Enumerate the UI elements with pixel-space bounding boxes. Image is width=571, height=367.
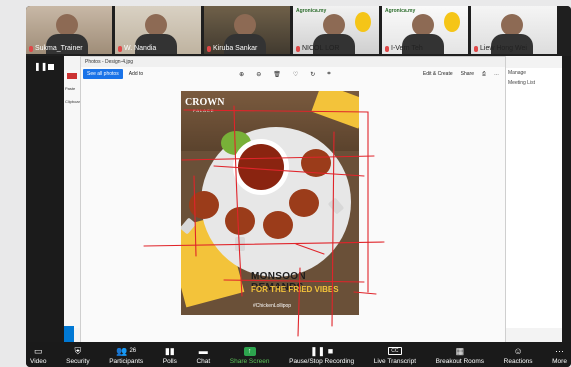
reactions-icon: ☺ (513, 346, 523, 356)
participant-name: I-Vern Teh (385, 45, 423, 52)
participants-button[interactable]: 👥 26 Participants (109, 346, 143, 367)
annotation-stroke (331, 131, 335, 327)
participant-tile[interactable]: Kiruba Sankar (204, 6, 290, 54)
reactions-button[interactable]: ☺ Reactions (504, 346, 533, 367)
balloon-decoration (355, 12, 371, 32)
video-button[interactable]: ▭ Video (30, 346, 47, 367)
shared-screen: ❚❚ Paste Clipboard Manage Meeting List P… (26, 56, 571, 344)
zoom-window: Sukma_Trainer W. Nandia Kiruba Sankar Ag… (26, 6, 571, 367)
participant-head (56, 14, 78, 36)
annotation-stroke (181, 155, 375, 161)
mic-muted-icon (296, 45, 300, 52)
participant-tile[interactable]: Agronica.my I-Vern Teh (382, 6, 468, 54)
breakout-rooms-button[interactable]: ▦ Breakout Rooms (436, 346, 484, 367)
participant-name: Sukma_Trainer (29, 45, 83, 52)
annotation-stroke (143, 241, 385, 247)
live-transcript-button[interactable]: CC Live Transcript (374, 346, 416, 367)
chat-icon: ▬ (198, 346, 208, 356)
participant-name: NICOL LOR (296, 45, 339, 52)
annotation-stroke (295, 243, 325, 255)
meeting-controls: ▭ Video ⛨ Security 👥 26 Participants ▮▮ P… (26, 342, 571, 367)
participant-head (145, 14, 167, 36)
stop-share-icon[interactable] (48, 64, 54, 70)
participant-head (234, 14, 256, 36)
polls-icon: ▮▮ (164, 345, 175, 356)
annotation-stroke (297, 267, 301, 337)
annotation-stroke (223, 279, 365, 283)
participant-tile[interactable]: Sukma_Trainer (26, 6, 112, 54)
participant-name: Liew Hong Wei (474, 45, 527, 52)
shared-desktop: Paste Clipboard Manage Meeting List Phot… (64, 56, 562, 344)
more-icon: ⋯ (555, 345, 565, 356)
polls-button[interactable]: ▮▮ Polls (163, 346, 177, 367)
recording-icon: ❚❚ ■ (310, 345, 334, 356)
chat-button[interactable]: ▬ Chat (196, 346, 210, 367)
mic-muted-icon (207, 45, 211, 52)
annotation-stroke (183, 109, 369, 293)
mic-muted-icon (29, 45, 33, 52)
breakout-rooms-icon: ▦ (455, 345, 465, 356)
participants-icon: 👥 26 (116, 345, 137, 356)
participant-tile[interactable]: Agronica.my NICOL LOR (293, 6, 379, 54)
security-button[interactable]: ⛨ Security (66, 346, 89, 367)
mic-muted-icon (385, 45, 389, 52)
cc-icon: CC (388, 346, 402, 356)
brand-badge: Agronica.my (296, 8, 327, 14)
mic-muted-icon (118, 45, 122, 52)
participant-name: Kiruba Sankar (207, 45, 257, 52)
participant-head (412, 14, 434, 36)
annotation-stroke (233, 105, 243, 297)
annotation-layer (143, 105, 385, 337)
participant-head (323, 14, 345, 36)
video-icon: ▭ (34, 345, 43, 356)
pause-share-icon[interactable]: ❚❚ (34, 62, 47, 71)
brand-badge: Agronica.my (385, 8, 416, 14)
participant-tile[interactable]: W. Nandia (115, 6, 201, 54)
participant-head (501, 14, 523, 36)
annotation-stroke (193, 175, 197, 257)
share-screen-icon: ↑ (243, 346, 256, 356)
participant-tile[interactable]: Liew Hong Wei (471, 6, 557, 54)
participant-gallery: Sukma_Trainer W. Nandia Kiruba Sankar Ag… (26, 6, 571, 54)
annotation-stroke (353, 291, 377, 295)
share-screen-button[interactable]: ↑ Share Screen (230, 346, 270, 367)
pause-stop-recording-button[interactable]: ❚❚ ■ Pause/Stop Recording (289, 346, 354, 367)
balloon-decoration (444, 12, 460, 32)
more-button[interactable]: ⋯ More (552, 346, 567, 367)
participant-name: W. Nandia (118, 45, 156, 52)
shield-icon: ⛨ (74, 345, 82, 356)
mic-muted-icon (474, 45, 478, 52)
